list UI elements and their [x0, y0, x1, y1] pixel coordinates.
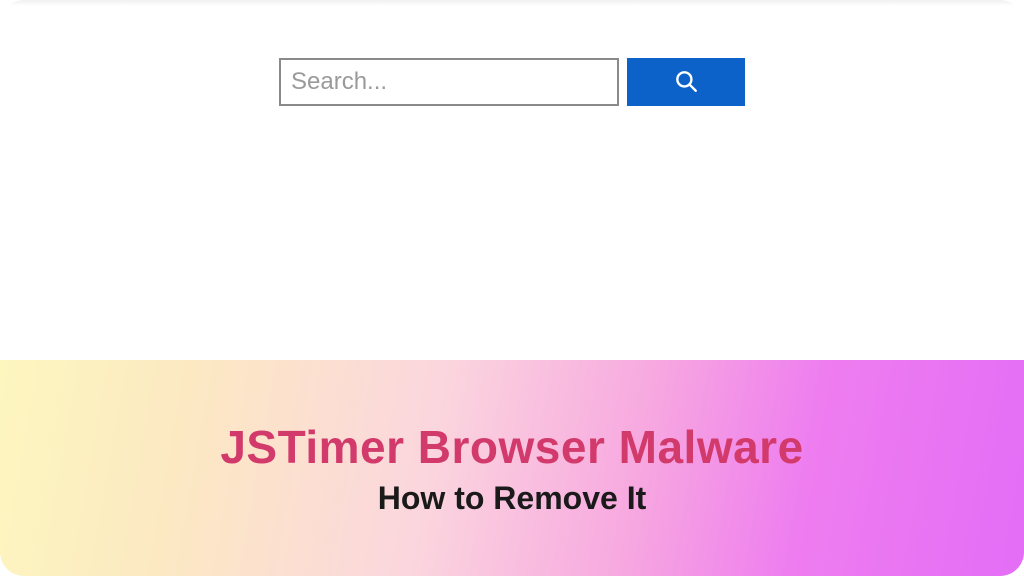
banner-subtitle: How to Remove It [378, 480, 646, 517]
search-input[interactable] [279, 58, 619, 106]
banner-title: JSTimer Browser Malware [220, 420, 803, 474]
bottom-banner: JSTimer Browser Malware How to Remove It [0, 360, 1024, 576]
top-chrome-shadow [0, 0, 1024, 6]
page-root: JSTimer Browser Malware How to Remove It [0, 0, 1024, 576]
search-bar [279, 58, 745, 106]
search-icon [673, 68, 699, 97]
search-button[interactable] [627, 58, 745, 106]
